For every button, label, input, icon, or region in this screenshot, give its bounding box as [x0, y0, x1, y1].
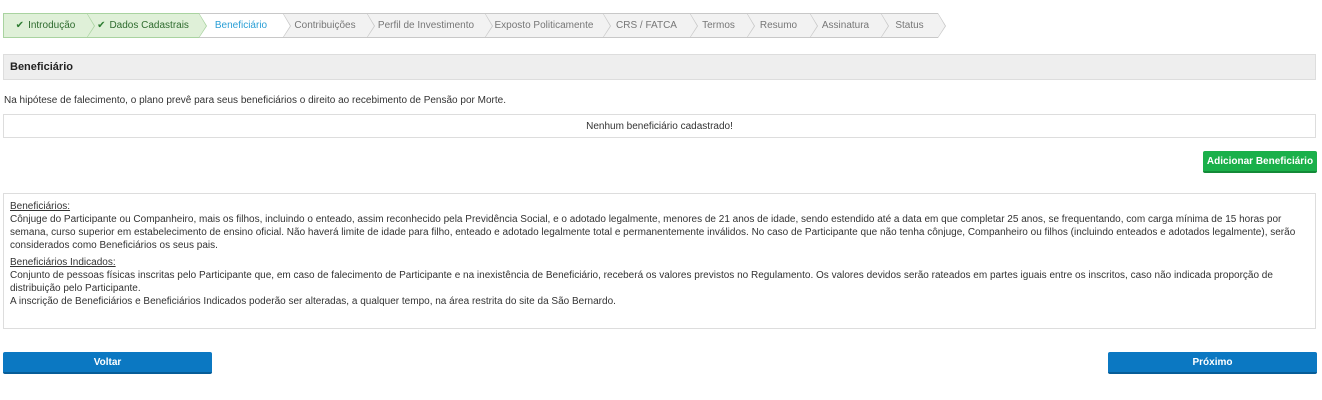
section-header: Beneficiário: [3, 54, 1316, 80]
wizard-steps: ✔ Introdução ✔ Dados Cadastrais Benefici…: [3, 13, 946, 38]
back-button[interactable]: Voltar: [3, 352, 212, 374]
step-label: Termos: [702, 20, 735, 31]
step-assinatura[interactable]: Assinatura: [810, 13, 889, 38]
info-text-alteracao: A inscrição de Beneficiários e Beneficiá…: [10, 296, 616, 307]
step-label: Beneficiário: [214, 20, 268, 31]
step-perfil-investimento[interactable]: Perfil de Investimento: [367, 13, 493, 38]
step-label: Perfil de Investimento: [377, 20, 475, 31]
step-resumo[interactable]: Resumo: [747, 13, 818, 38]
step-crs-fatca[interactable]: CRS / FATCA: [603, 13, 698, 38]
step-termos[interactable]: Termos: [690, 13, 755, 38]
next-button[interactable]: Próximo: [1108, 352, 1317, 374]
step-label: CRS / FATCA: [616, 20, 677, 31]
step-label: Resumo: [759, 20, 798, 31]
add-beneficiary-button[interactable]: Adicionar Beneficiário: [1203, 151, 1317, 173]
step-contribuicoes[interactable]: Contribuições: [283, 13, 375, 38]
step-dados-cadastrais[interactable]: ✔ Dados Cadastrais: [87, 13, 207, 38]
step-label: Assinatura: [821, 20, 870, 31]
info-panel: Beneficiários: Cônjuge do Participante o…: [3, 193, 1316, 329]
step-beneficiario[interactable]: Beneficiário: [199, 13, 291, 38]
step-label: Exposto Politicamente: [494, 20, 594, 31]
empty-message: Nenhum beneficiário cadastrado!: [586, 120, 733, 132]
step-status[interactable]: Status: [881, 13, 946, 38]
step-label: Dados Cadastrais: [109, 20, 189, 31]
info-text-beneficiarios: Cônjuge do Participante ou Companheiro, …: [10, 214, 1296, 251]
step-label: Status: [895, 20, 924, 31]
intro-text: Na hipótese de falecimento, o plano prev…: [4, 95, 506, 106]
check-icon: ✔: [15, 20, 25, 31]
info-heading-beneficiarios: Beneficiários:: [10, 201, 71, 212]
step-label: Contribuições: [294, 20, 356, 31]
step-exposto-politicamente[interactable]: Exposto Politicamente: [485, 13, 611, 38]
check-icon: ✔: [97, 20, 106, 31]
section-title: Beneficiário: [10, 61, 73, 73]
step-label: Introdução: [28, 20, 76, 31]
beneficiary-list: Nenhum beneficiário cadastrado!: [3, 114, 1316, 138]
info-heading-indicados: Beneficiários Indicados:: [10, 257, 116, 268]
step-introducao[interactable]: ✔ Introdução: [3, 13, 95, 38]
info-text-indicados: Conjunto de pessoas físicas inscritas pe…: [10, 270, 1273, 294]
